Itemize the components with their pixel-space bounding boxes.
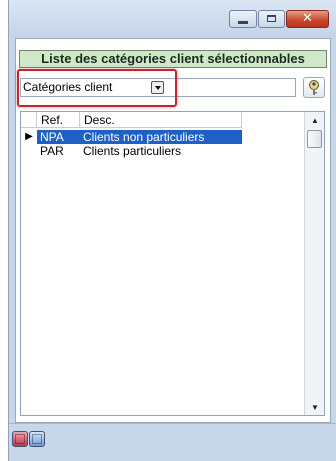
scroll-down-icon[interactable]: ▼ bbox=[311, 403, 319, 412]
close-button[interactable]: ✕ bbox=[286, 10, 329, 28]
maximize-button[interactable] bbox=[258, 10, 285, 28]
column-header-desc[interactable]: Desc. bbox=[80, 112, 242, 128]
indicator-header bbox=[21, 112, 37, 128]
content-panel: Liste des catégories client sélectionnab… bbox=[15, 38, 331, 423]
table-row[interactable]: PAR Clients particuliers bbox=[21, 144, 304, 158]
blue-list-icon bbox=[32, 434, 42, 444]
scroll-thumb[interactable] bbox=[307, 130, 322, 148]
cell-ref: PAR bbox=[40, 144, 64, 158]
row-indicator-icon bbox=[21, 144, 37, 158]
column-header-ref[interactable]: Ref. bbox=[37, 112, 80, 128]
categories-table: Ref. Desc. ▶ NPA Clients non particulier… bbox=[20, 111, 325, 416]
scroll-up-icon[interactable]: ▲ bbox=[311, 116, 319, 125]
minimize-button[interactable] bbox=[229, 10, 257, 28]
search-button[interactable] bbox=[303, 77, 325, 98]
window: ✕ Liste des catégories client sélectionn… bbox=[8, 0, 336, 461]
vertical-scrollbar[interactable]: ▲ ▼ bbox=[304, 112, 324, 415]
minimize-icon bbox=[238, 21, 248, 24]
maximize-icon bbox=[267, 15, 276, 22]
panel-title: Liste des catégories client sélectionnab… bbox=[19, 50, 327, 68]
blue-list-button[interactable] bbox=[29, 431, 45, 447]
search-key-icon bbox=[309, 80, 319, 95]
red-list-icon bbox=[15, 434, 25, 444]
row-indicator-icon: ▶ bbox=[25, 131, 33, 142]
table-row[interactable]: ▶ NPA Clients non particuliers bbox=[21, 130, 304, 144]
close-icon: ✕ bbox=[302, 11, 313, 26]
table-header: Ref. Desc. bbox=[21, 112, 304, 128]
cell-desc: Clients non particuliers bbox=[80, 130, 242, 144]
combo-highlight bbox=[17, 69, 177, 107]
red-list-button[interactable] bbox=[12, 431, 28, 447]
filter-input[interactable] bbox=[168, 78, 296, 97]
cell-ref: NPA bbox=[37, 130, 80, 144]
cell-desc: Clients particuliers bbox=[83, 144, 182, 158]
bottom-toolbar bbox=[9, 423, 336, 461]
title-bar: ✕ bbox=[9, 0, 336, 38]
